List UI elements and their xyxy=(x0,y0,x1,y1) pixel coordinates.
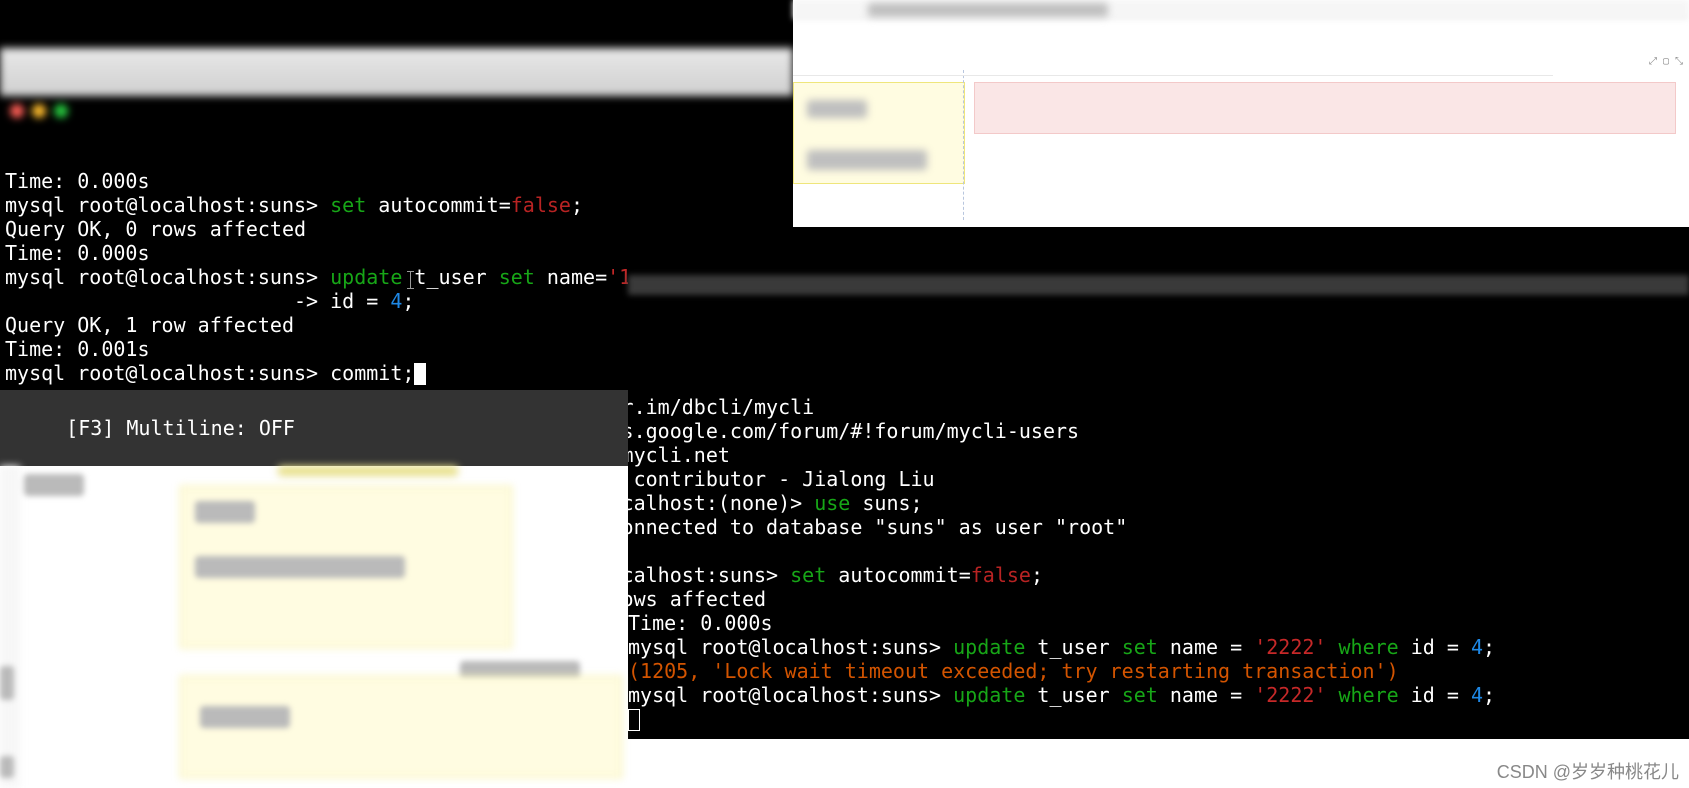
editor-toolbar-icons[interactable]: ⤢ ▢ ⤡ xyxy=(1649,56,1683,67)
text-cursor-icon xyxy=(414,363,426,385)
sql-number: 4 xyxy=(390,289,402,313)
terminal-output: Time: 0.000s xyxy=(5,241,150,265)
obscured-text xyxy=(278,466,458,476)
sql-ident: autocommit xyxy=(838,563,958,587)
obscured-text xyxy=(0,756,14,778)
sql-op: = xyxy=(499,193,511,217)
sql-keyword: set xyxy=(1122,635,1158,659)
sql-keyword: update xyxy=(953,635,1025,659)
obscured-text xyxy=(868,3,1108,17)
sql-ident: id xyxy=(330,289,354,313)
sql-op: = xyxy=(1447,683,1459,707)
sql-op: = xyxy=(1230,683,1242,707)
sql-keyword: set xyxy=(499,265,535,289)
sql-keyword: where xyxy=(1339,635,1399,659)
obscured-text xyxy=(195,556,405,578)
sql-keyword: update xyxy=(953,683,1025,707)
background-editor: ⤢ ▢ ⤡ xyxy=(793,0,1689,227)
terminal-prompt: mysql root@localhost:suns> xyxy=(5,265,318,289)
right-terminal-titlebar[interactable] xyxy=(628,275,1689,295)
sql-ident: autocommit xyxy=(378,193,498,217)
i-beam-cursor-icon xyxy=(410,271,411,289)
sql-ident: suns; xyxy=(862,491,922,515)
terminal-output: https://groups.google.com/forum/#!forum/… xyxy=(628,419,1079,443)
close-icon[interactable] xyxy=(10,104,24,118)
obscured-text xyxy=(200,706,290,728)
sql-semi: ; xyxy=(1483,683,1495,707)
sql-string: '2222' xyxy=(1254,683,1326,707)
sql-ident: name xyxy=(1170,635,1218,659)
sql-keyword: update xyxy=(330,265,402,289)
minimize-icon[interactable] xyxy=(32,104,46,118)
sql-keyword: set xyxy=(1122,683,1158,707)
sql-semi: ; xyxy=(402,289,414,313)
sql-number: 4 xyxy=(1471,683,1483,707)
obscured-text xyxy=(807,150,927,170)
sql-ident: t_user xyxy=(414,265,486,289)
sql-bool: false xyxy=(971,563,1031,587)
sql-command[interactable]: commit; xyxy=(330,361,414,385)
terminal-output: Query OK, 0 rows affected xyxy=(628,587,766,611)
sql-ident: name xyxy=(1170,683,1218,707)
multiline-status: [F3] Multiline: OFF xyxy=(66,416,295,440)
background-notes-panel xyxy=(0,466,628,788)
sql-op: = xyxy=(595,265,607,289)
obscured-text xyxy=(24,474,84,496)
notes-gutter xyxy=(0,466,20,788)
terminal-prompt: mysql root@localhost:suns> xyxy=(628,635,941,659)
sql-ident: t_user xyxy=(1037,683,1109,707)
sql-keyword: set xyxy=(330,193,366,217)
sql-ident: name xyxy=(547,265,595,289)
right-terminal-body[interactable]: https://gitter.im/dbcli/mycli https://gr… xyxy=(628,343,1689,755)
terminal-prompt: mysql root@localhost:suns> xyxy=(5,361,318,385)
terminal-prompt: mysql root@localhost:(none)> xyxy=(628,491,802,515)
terminal-output: https://gitter.im/dbcli/mycli xyxy=(628,395,814,419)
editor-divider xyxy=(793,75,1553,76)
sql-keyword: where xyxy=(1339,683,1399,707)
editor-divider xyxy=(963,70,964,220)
sql-semi: ; xyxy=(1031,563,1043,587)
sticky-note-red[interactable] xyxy=(974,82,1676,134)
sql-semi: ; xyxy=(571,193,583,217)
terminal-output: Query OK, 1 row affected xyxy=(5,313,294,337)
text-cursor-icon xyxy=(628,709,640,731)
terminal-output: Time: 0.001s xyxy=(5,337,150,361)
sql-string: '2222' xyxy=(1254,635,1326,659)
terminal-error: (1205, 'Lock wait timeout exceeded; try … xyxy=(628,659,1399,683)
csdn-watermark: CSDN @岁岁种桃花儿 xyxy=(1497,758,1679,784)
terminal-output: Query OK, 0 rows affected xyxy=(5,217,306,241)
sql-semi: ; xyxy=(1483,635,1495,659)
sql-op: = xyxy=(366,289,378,313)
sql-op: = xyxy=(1230,635,1242,659)
terminal-output: Thanks to the contributor - Jialong Liu xyxy=(628,467,935,491)
terminal-prompt: mysql root@localhost:suns> xyxy=(628,683,941,707)
right-terminal-window[interactable]: https://gitter.im/dbcli/mycli https://gr… xyxy=(628,227,1689,739)
terminal-output: Home: http://mycli.net xyxy=(628,443,730,467)
terminal-prompt: mysql root@localhost:suns> xyxy=(5,193,318,217)
sql-keyword: set xyxy=(790,563,826,587)
terminal-prompt: mysql root@localhost:suns> xyxy=(628,563,778,587)
sql-op: = xyxy=(959,563,971,587)
sql-bool: false xyxy=(511,193,571,217)
sql-ident: id xyxy=(1411,683,1435,707)
terminal-output: You are now connected to database "suns"… xyxy=(628,515,1127,539)
terminal-output: Time: 0.000s xyxy=(628,611,773,635)
sql-op: = xyxy=(1447,635,1459,659)
sql-keyword: use xyxy=(814,491,850,515)
obscured-text xyxy=(0,666,14,700)
sql-ident: t_user xyxy=(1037,635,1109,659)
sql-number: 4 xyxy=(1471,635,1483,659)
fullscreen-icon[interactable] xyxy=(54,104,68,118)
obscured-text xyxy=(807,100,867,118)
left-terminal-titlebar[interactable] xyxy=(0,48,793,96)
terminal-cont-prompt: -> xyxy=(5,289,318,313)
obscured-text xyxy=(195,501,255,523)
sql-ident: id xyxy=(1411,635,1435,659)
